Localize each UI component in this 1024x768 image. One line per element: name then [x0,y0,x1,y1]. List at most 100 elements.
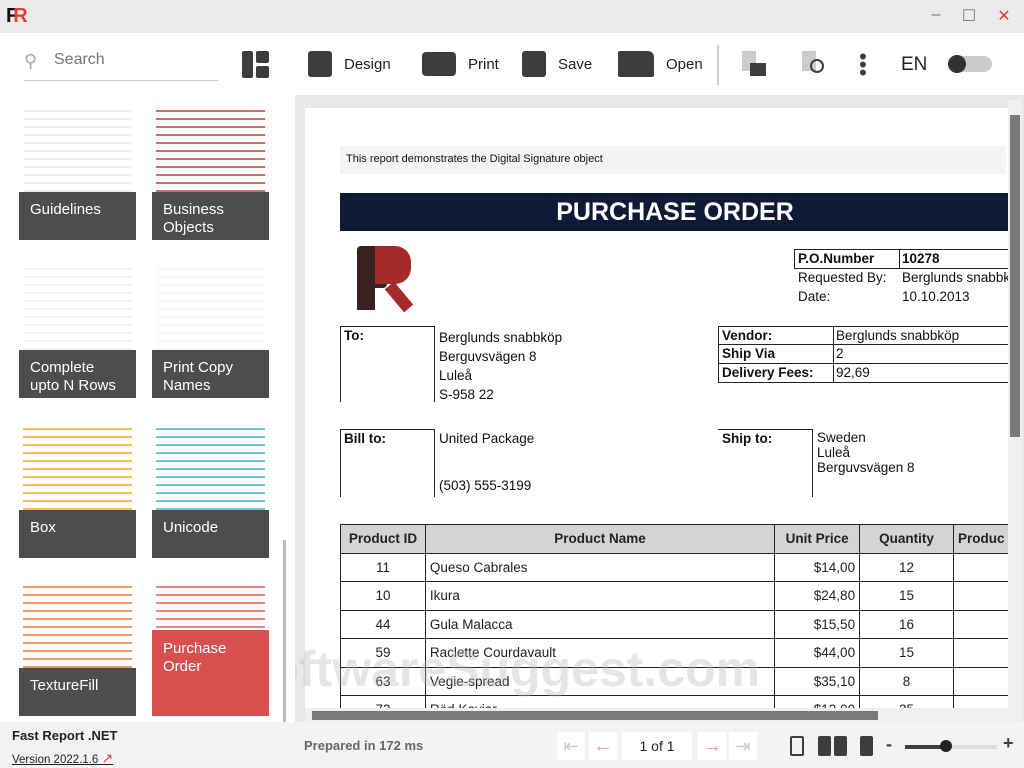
search-box[interactable]: ⚲ [24,49,218,81]
minimize-button[interactable]: – [924,6,948,26]
table-cell: $35,10 [774,666,861,696]
horizontal-scrollbar[interactable] [305,708,1022,722]
edit-icon [308,51,332,77]
report-thumbnail-business-objects[interactable]: Business Objects [152,100,269,240]
thumbnail-label: Complete upto N Rows [19,350,136,398]
single-page-button[interactable] [860,736,873,756]
layout-icon [242,51,253,78]
table-cell: 25 [859,695,954,708]
column-header: Produc [952,524,1010,554]
toolbar-divider [717,45,719,85]
requested-by: Berglunds snabbköp [902,270,1010,285]
title-bar: FR – ☐ ✕ [0,0,1024,33]
table-cell [952,695,1010,708]
to-label: To: [344,328,364,343]
last-page-button[interactable]: ⇥ [729,732,757,760]
table-cell: $12,00 [774,695,861,708]
close-button[interactable]: ✕ [992,6,1016,26]
ship-via-label: Ship Via [722,346,776,361]
external-link-icon: ↗ [101,750,114,766]
report-thumbnail-purchase-order[interactable]: Purchase Order [152,576,269,716]
next-page-button[interactable]: → [698,732,726,760]
open-button[interactable]: Open [618,49,703,79]
ship-to-address: Sweden Luleå Berguvsvägen 8 [817,430,915,475]
thumbnail-label: Business Objects [152,192,269,240]
table-cell: Ikura [424,581,776,611]
thumbnail-label: Box [19,510,136,558]
table-row: 10 Ikura $24,80 15 [340,581,1010,611]
thumbnail-label: TextureFill [19,668,136,716]
report-thumbnail-unicode[interactable]: Unicode [152,418,269,558]
language-button[interactable]: EN [901,54,927,76]
horizontal-scroll-thumb[interactable] [312,711,878,720]
prepared-time: Prepared in 172 ms [304,738,424,753]
save-label: Save [558,55,593,73]
vertical-scrollbar[interactable] [1008,100,1022,708]
thumbnail-preview [156,422,265,512]
delivery-fees-label: Delivery Fees: [722,365,814,380]
date-label: Date: [798,289,831,304]
prev-page-button[interactable]: ← [589,732,617,760]
thumbnail-preview [23,104,132,194]
table-cell: $44,00 [774,638,861,668]
po-number-label: P.O.Number [798,251,875,266]
two-pages-button[interactable] [818,736,848,756]
fit-page-button[interactable] [790,736,804,756]
report-title-band: PURCHASE ORDER [340,193,1010,231]
design-button[interactable]: Design [308,49,391,79]
delivery-fees: 92,69 [836,365,870,380]
page-indicator[interactable]: 1 of 1 [622,732,692,760]
column-header: Quantity [859,524,954,554]
report-page: This report demonstrates the Digital Sig… [305,108,1010,708]
product-name: Fast Report .NET [12,728,118,743]
ship-via: 2 [836,346,844,361]
vendor: Berglunds snabbköp [836,328,960,343]
thumbnail-preview [23,580,132,670]
more-options-button[interactable]: • • • [856,46,870,84]
date: 10.10.2013 [902,289,970,304]
report-thumbnail-complete-upto-n-rows[interactable]: Complete upto N Rows [19,258,136,398]
zoom-slider-handle[interactable] [940,740,953,752]
vendor-label: Vendor: [722,328,773,343]
ship-to-label: Ship to: [722,431,773,446]
zoom-out-button[interactable]: - [886,734,892,755]
to-address: Berglunds snabbköp Berguvsvägen 8 Luleå S-9… [439,330,563,402]
report-thumbnail-print-copy-names[interactable]: Print Copy Names [152,258,269,398]
maximize-button[interactable]: ☐ [957,6,981,26]
thumbnail-preview [156,104,265,194]
vertical-scroll-thumb[interactable] [1010,115,1020,437]
bill-to-label: Bill to: [344,431,386,446]
report-thumbnail-box[interactable]: Box [19,418,136,558]
report-sidebar: Guidelines Business Objects Complete upto … [0,95,295,722]
layout-toggle-button[interactable] [242,51,269,78]
print-button[interactable]: Print [422,49,499,79]
table-cell: 10 [340,581,426,611]
column-header: Product ID [340,524,426,554]
first-page-button[interactable]: ⇤ [557,732,585,760]
table-cell [952,666,1010,696]
table-cell [952,581,1010,611]
version-link[interactable]: Version 2022.1.6 ↗ [12,750,113,767]
thumbnail-label: Unicode [152,510,269,558]
requested-by-label: Requested By: [798,270,887,285]
table-row: 44 Gula Malacca $15,50 16 [340,609,1010,639]
report-preview: This report demonstrates the Digital Sig… [295,95,1024,722]
save-button[interactable]: Save [522,49,592,79]
zoom-slider[interactable] [905,740,997,752]
open-label: Open [666,55,703,73]
theme-toggle[interactable] [948,55,992,73]
search-icon: ⚲ [24,51,38,71]
report-thumbnail-texturefill[interactable]: TextureFill [19,576,136,716]
watermark: SoftwareSuggest.com [295,641,761,697]
find-button[interactable] [802,51,828,77]
thumbnail-label: Guidelines [19,192,136,240]
po-number: 10278 [902,251,940,266]
table-cell: Gula Malacca [424,609,776,639]
search-input[interactable] [54,51,214,69]
printer-icon [422,52,456,76]
sidebar-scrollbar[interactable] [283,540,286,722]
zoom-in-button[interactable]: + [1003,733,1014,754]
report-thumbnail-guidelines[interactable]: Guidelines [19,100,136,240]
email-button[interactable] [742,51,768,77]
bill-to-name: United Package [439,431,535,446]
